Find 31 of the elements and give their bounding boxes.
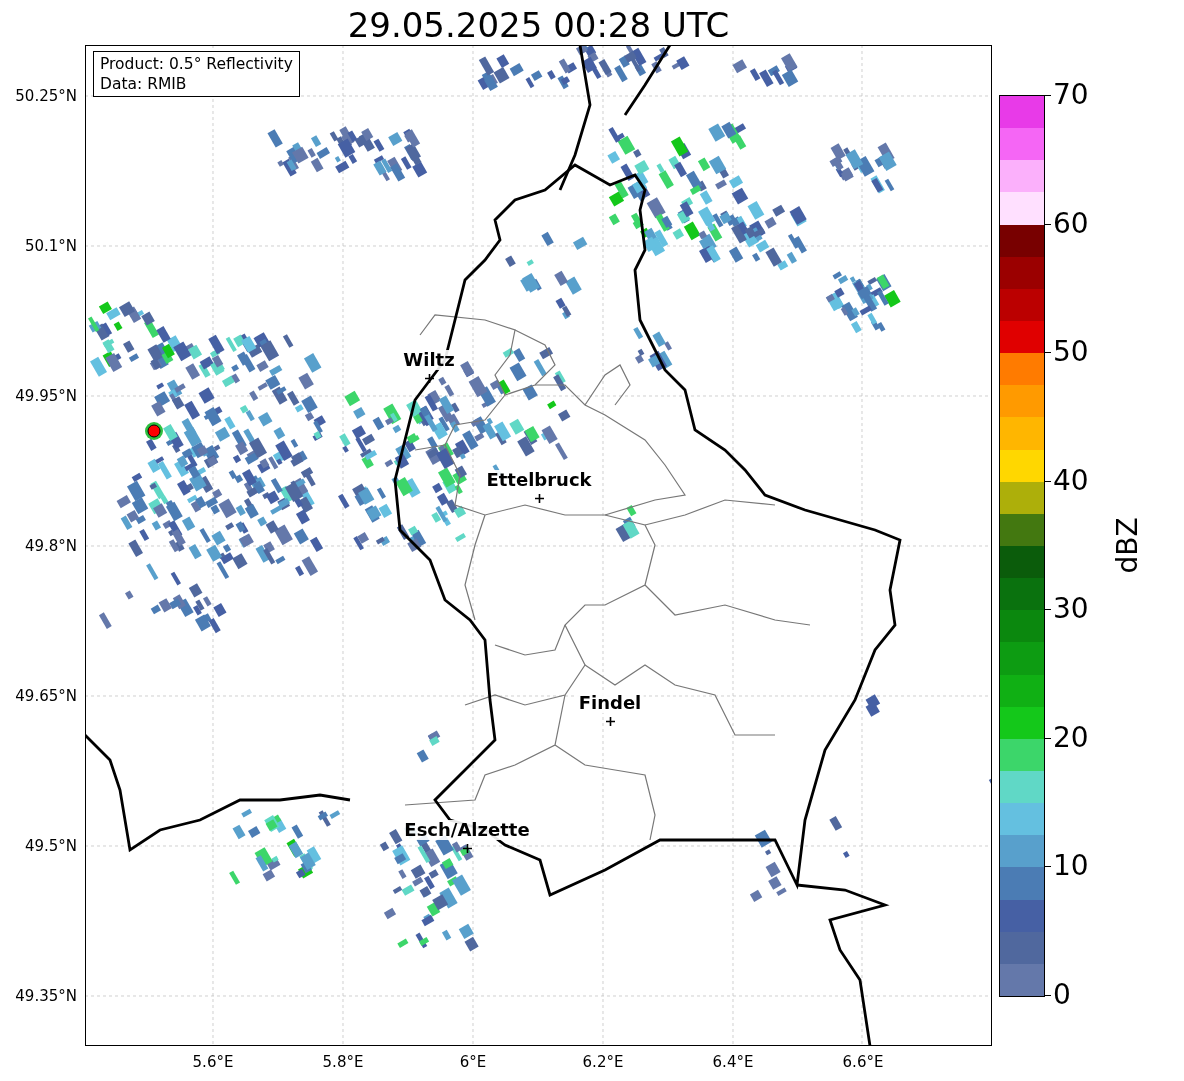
plus-marker-icon [534, 493, 544, 503]
longitude-label: 5.6°E [192, 1053, 234, 1071]
city-label: Wiltz [401, 350, 457, 370]
colorbar-tick-label: 0 [1053, 980, 1071, 1010]
latitude-label: 49.95°N [15, 387, 77, 405]
chart-title: 29.05.2025 00:28 UTC [347, 5, 730, 45]
colorbar-tick-label: 20 [1053, 722, 1089, 753]
longitude-label: 6.6°E [842, 1053, 884, 1071]
longitude-label: 6.4°E [712, 1053, 754, 1071]
latitude-label: 50.25°N [15, 87, 77, 105]
colorbar-tick-label: 30 [1053, 594, 1089, 625]
colorbar-tick-label: 60 [1053, 208, 1089, 239]
plus-marker-icon [605, 716, 615, 726]
city-label: Esch/Alzette [402, 820, 532, 840]
colorbar-tick-label: 40 [1053, 465, 1089, 496]
info-text: Data: RMIB [100, 74, 188, 94]
latitude-label: 49.5°N [24, 837, 77, 855]
colorbar-label: dBZ [1110, 516, 1144, 574]
latitude-label: 49.65°N [15, 687, 77, 705]
plus-marker-icon [424, 373, 434, 383]
info-text: Product: 0.5° Reflectivity [100, 54, 293, 74]
colorbar-tick-label: 70 [1053, 80, 1089, 110]
colorbar-tick-label: 50 [1053, 337, 1089, 368]
longitude-label: 6.2°E [582, 1053, 624, 1071]
latitude-label: 50.1°N [24, 237, 77, 255]
longitude-label: 6°E [459, 1053, 487, 1071]
plus-marker-icon [462, 843, 472, 853]
latitude-label: 49.8°N [24, 537, 77, 555]
latitude-label: 49.35°N [15, 987, 77, 1005]
colorbar-tick-label: 10 [1053, 851, 1089, 882]
longitude-label: 5.8°E [322, 1053, 364, 1071]
